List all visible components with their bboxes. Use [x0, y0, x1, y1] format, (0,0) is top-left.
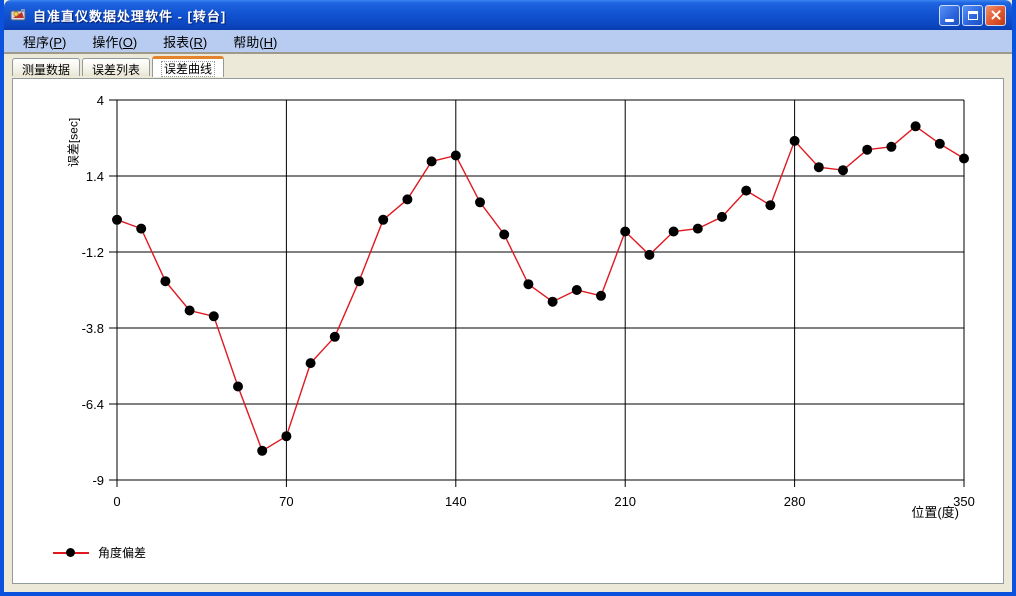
error-curve-page: 41.4-1.2-3.8-6.4-9070140210280350 误差[sec…	[12, 78, 1004, 584]
data-point	[693, 224, 703, 234]
tab-error-list[interactable]: 误差列表	[82, 58, 150, 76]
data-point	[548, 297, 558, 307]
data-point	[233, 382, 243, 392]
data-point	[572, 285, 582, 295]
data-point	[427, 156, 437, 166]
tab-measurement-data[interactable]: 测量数据	[12, 58, 80, 76]
data-point	[935, 139, 945, 149]
menu-program[interactable]: 程序(P)	[10, 29, 79, 54]
menu-help[interactable]: 帮助(H)	[220, 29, 290, 54]
x-tick-label: 70	[279, 494, 293, 509]
data-point	[185, 306, 195, 316]
x-tick-label: 0	[113, 494, 120, 509]
error-curve-chart: 41.4-1.2-3.8-6.4-9070140210280350	[13, 79, 1011, 587]
data-point	[378, 215, 388, 225]
tab-error-curve[interactable]: 误差曲线	[152, 56, 224, 77]
data-point	[475, 197, 485, 207]
data-point	[741, 186, 751, 196]
data-point	[136, 224, 146, 234]
data-point	[911, 121, 921, 131]
y-tick-label: -9	[92, 473, 104, 488]
data-point	[306, 358, 316, 368]
minimize-icon	[945, 19, 954, 22]
data-point	[814, 162, 824, 172]
data-point	[354, 276, 364, 286]
y-tick-label: -1.2	[82, 245, 104, 260]
data-point	[402, 194, 412, 204]
data-point	[838, 165, 848, 175]
close-icon	[990, 9, 1002, 21]
window-title: 自准直仪数据处理软件 - [转台]	[33, 6, 939, 25]
y-tick-label: 4	[97, 93, 104, 108]
legend-dot-icon	[66, 548, 75, 557]
menu-operation[interactable]: 操作(O)	[79, 29, 150, 54]
y-tick-label: -6.4	[82, 397, 104, 412]
data-point	[596, 291, 606, 301]
data-point	[717, 212, 727, 222]
data-point	[790, 136, 800, 146]
data-point	[330, 332, 340, 342]
menu-report[interactable]: 报表(R)	[150, 29, 220, 54]
data-point	[669, 227, 679, 237]
data-point	[209, 311, 219, 321]
data-point	[620, 227, 630, 237]
legend-series-marker	[53, 548, 89, 558]
x-tick-label: 140	[445, 494, 467, 509]
x-tick-label: 210	[614, 494, 636, 509]
data-point	[862, 145, 872, 155]
chart-legend: 角度偏差	[53, 544, 146, 561]
x-tick-label: 280	[784, 494, 806, 509]
data-point	[886, 142, 896, 152]
data-point	[257, 446, 267, 456]
y-tick-label: 1.4	[86, 169, 104, 184]
close-button[interactable]	[985, 5, 1006, 26]
maximize-button[interactable]	[962, 5, 983, 26]
legend-series-label: 角度偏差	[98, 544, 146, 561]
data-point	[523, 279, 533, 289]
tab-strip: 测量数据 误差列表 误差曲线	[4, 54, 1012, 76]
data-point	[499, 230, 509, 240]
data-point	[644, 250, 654, 260]
app-icon	[10, 6, 28, 24]
data-point	[281, 431, 291, 441]
x-axis-title: 位置(度)	[911, 502, 959, 521]
title-bar: 自准直仪数据处理软件 - [转台]	[4, 0, 1012, 30]
y-tick-label: -3.8	[82, 321, 104, 336]
data-point	[451, 151, 461, 161]
app-window: 自准直仪数据处理软件 - [转台] 程序(P) 操作(O) 报表(R) 帮助(H…	[0, 0, 1016, 596]
minimize-button[interactable]	[939, 5, 960, 26]
maximize-icon	[968, 11, 978, 20]
menu-bar: 程序(P) 操作(O) 报表(R) 帮助(H)	[4, 30, 1012, 54]
y-axis-title: 误差[sec]	[65, 88, 82, 198]
data-point	[765, 200, 775, 210]
series-line	[117, 126, 964, 451]
data-point	[160, 276, 170, 286]
data-point	[112, 215, 122, 225]
data-point	[959, 154, 969, 164]
